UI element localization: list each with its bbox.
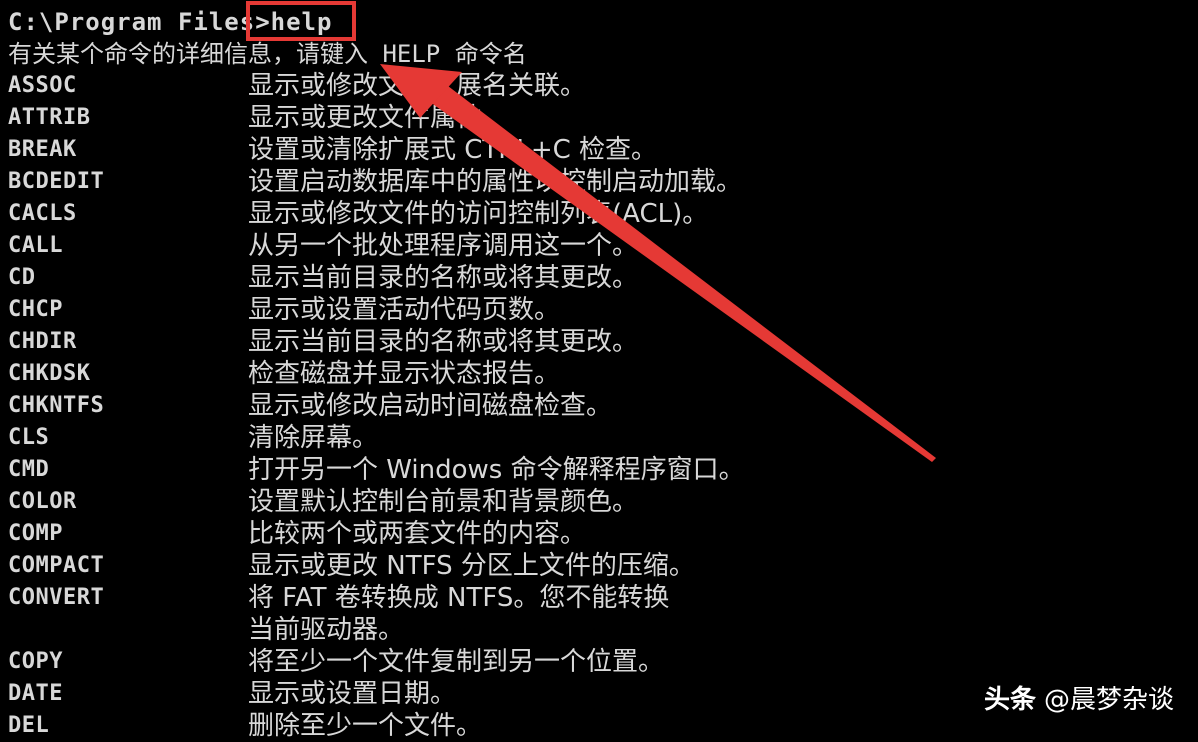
annotation-arrow-icon [380,64,936,462]
watermark-brand: 头条 [983,685,1036,715]
arrow-shaft [430,86,936,462]
console-window[interactable]: C:\Program Files>help 有关某个命令的详细信息，请键入 HE… [0,0,1198,741]
watermark: 头条 @晨梦杂谈 [984,679,1174,716]
watermark-author: @晨梦杂谈 [1043,685,1174,715]
